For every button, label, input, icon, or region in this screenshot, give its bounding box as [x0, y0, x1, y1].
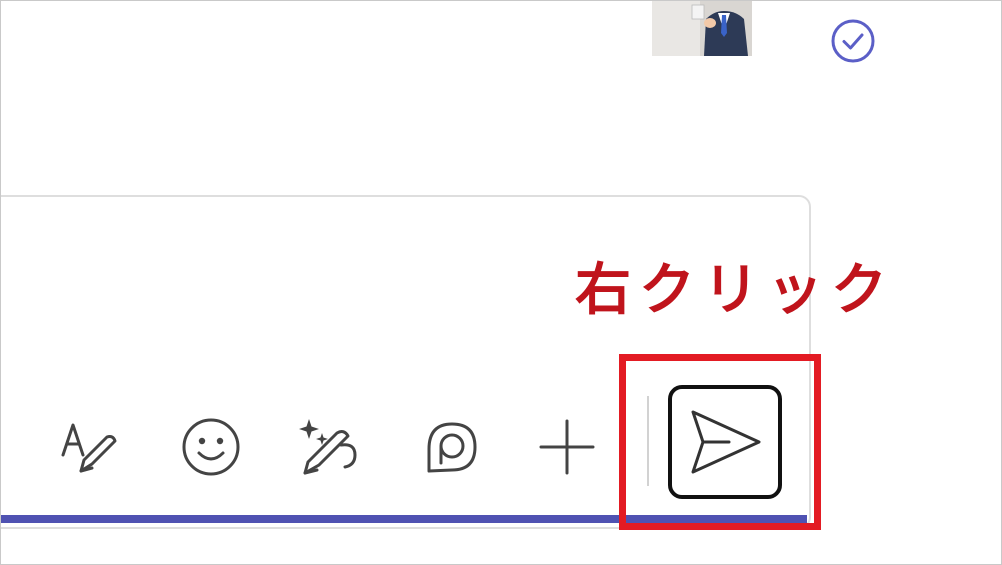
plus-icon[interactable] — [535, 415, 599, 479]
emoji-icon[interactable] — [179, 415, 243, 479]
loop-component-icon[interactable] — [419, 415, 483, 479]
user-avatar — [652, 1, 752, 56]
avatar-illustration — [652, 1, 752, 56]
send-button[interactable] — [668, 385, 782, 499]
send-icon — [691, 410, 761, 474]
toolbar-divider — [647, 396, 649, 486]
composer-focus-underline — [1, 515, 807, 523]
format-text-icon[interactable] — [57, 415, 121, 479]
copilot-compose-icon[interactable] — [297, 415, 361, 479]
screenshot-frame: 右クリック — [0, 0, 1002, 565]
read-receipt-check-icon — [830, 18, 876, 64]
annotation-label: 右クリック — [575, 258, 895, 323]
